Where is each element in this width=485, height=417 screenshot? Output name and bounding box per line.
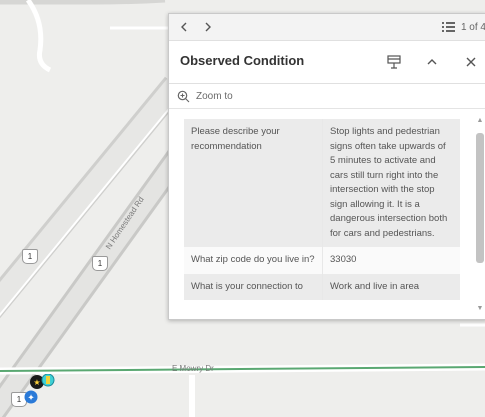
collapse-button[interactable] (423, 53, 441, 71)
scroll-thumb[interactable] (476, 133, 484, 263)
table-row: What zip code do you live in? 33030 (184, 247, 460, 274)
table-row: What is your connection to Work and live… (184, 273, 460, 300)
road-minor-left (25, 0, 52, 73)
svg-text:★: ★ (33, 378, 40, 387)
scrollbar[interactable]: ▲ ▼ (475, 117, 485, 317)
close-icon (466, 57, 476, 67)
svg-text:✦: ✦ (27, 394, 35, 404)
table-row: Please describe your recommendation Stop… (184, 119, 460, 247)
attribute-table: Please describe your recommendation Stop… (184, 119, 460, 300)
feature-counter-label: 1 of 4 (460, 21, 485, 33)
feature-counter[interactable]: 1 of 4 (441, 18, 485, 36)
attribute-key: What zip code do you live in? (184, 247, 323, 274)
previous-feature-button[interactable] (175, 18, 193, 36)
list-icon (441, 22, 455, 32)
route-shield: 1 (92, 256, 108, 271)
attribute-value: Stop lights and pedestrian signs often t… (322, 119, 460, 247)
popup-title: Observed Condition (180, 53, 305, 68)
popup-navigation: 1 of 4 (169, 14, 485, 41)
attribute-value: 33030 (322, 247, 460, 274)
zoom-to-button[interactable]: Zoom to (177, 87, 233, 105)
attribute-table-container: Please describe your recommendation Stop… (184, 119, 460, 319)
route-shield: 1 (22, 249, 38, 264)
attribute-value: Work and live in area (322, 273, 460, 300)
chevron-up-icon (427, 59, 437, 65)
zoom-in-icon (177, 90, 190, 102)
close-button[interactable] (462, 53, 480, 71)
feature-popup: 1 of 4 Observed Condition Zoom to Please… (168, 13, 485, 320)
dock-icon (387, 55, 401, 69)
attribute-key: What is your connection to (184, 273, 323, 300)
popup-header: Observed Condition (169, 41, 485, 84)
zoom-to-label: Zoom to (196, 90, 233, 102)
scroll-down-icon[interactable]: ▼ (475, 305, 485, 313)
road-top (0, 0, 166, 5)
chevron-left-icon (181, 22, 187, 32)
road-label-mowry: E Mowry Dr (172, 364, 214, 373)
next-feature-button[interactable] (199, 18, 217, 36)
scroll-up-icon[interactable]: ▲ (475, 117, 485, 125)
dock-button[interactable] (385, 53, 403, 71)
chevron-right-icon (205, 22, 211, 32)
attribute-key: Please describe your recommendation (184, 119, 323, 247)
